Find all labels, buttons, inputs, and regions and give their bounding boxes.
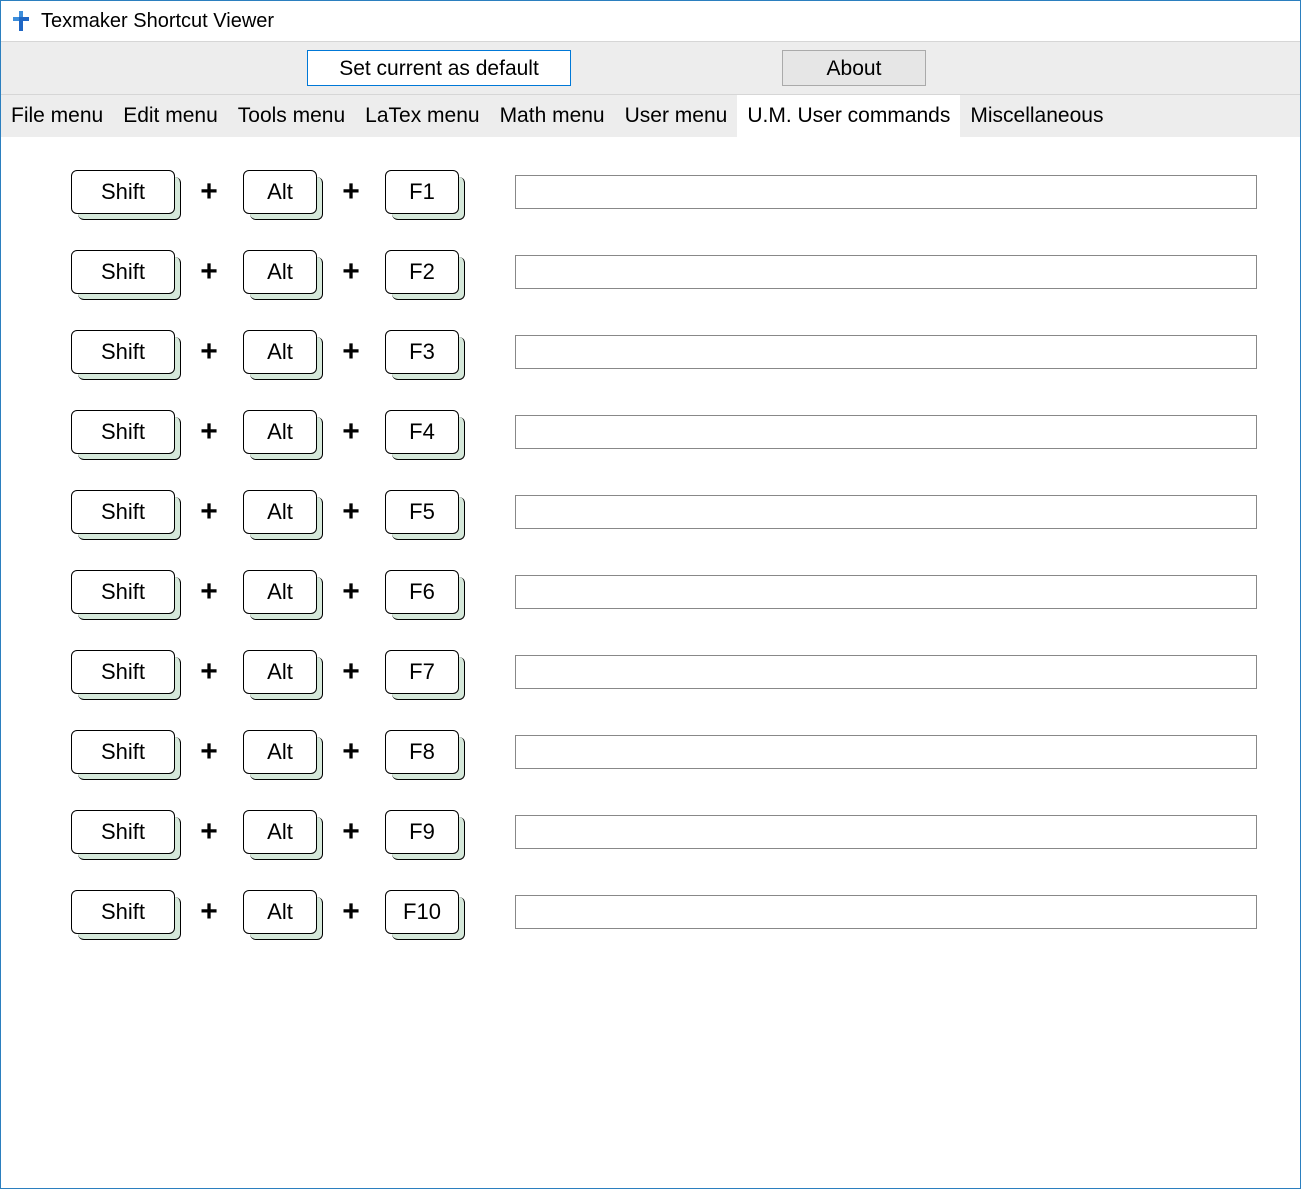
key-alt: Alt — [243, 170, 317, 214]
key-shift: Shift — [71, 250, 175, 294]
plus-icon: + — [197, 495, 221, 529]
key-alt: Alt — [243, 810, 317, 854]
plus-icon: + — [339, 175, 363, 209]
key-fn: F10 — [385, 890, 459, 934]
toolbar: Set current as default About — [1, 41, 1300, 95]
key-alt: Alt — [243, 730, 317, 774]
command-input[interactable] — [515, 735, 1257, 769]
plus-icon: + — [339, 735, 363, 769]
command-input[interactable] — [515, 495, 1257, 529]
tab-u-m-user-commands[interactable]: U.M. User commands — [737, 95, 960, 137]
key-alt: Alt — [243, 330, 317, 374]
key-shift: Shift — [71, 410, 175, 454]
set-current-default-button[interactable]: Set current as default — [307, 50, 571, 86]
key-shift: Shift — [71, 810, 175, 854]
plus-icon: + — [339, 895, 363, 929]
key-shift: Shift — [71, 170, 175, 214]
key-alt: Alt — [243, 490, 317, 534]
shortcut-row: Shift + Alt + F1 — [71, 167, 1300, 217]
tab-bar: File menuEdit menuTools menuLaTex menuMa… — [1, 95, 1300, 137]
plus-icon: + — [197, 255, 221, 289]
app-icon — [9, 9, 33, 33]
command-input[interactable] — [515, 575, 1257, 609]
plus-icon: + — [197, 815, 221, 849]
plus-icon: + — [197, 895, 221, 929]
shortcut-row: Shift + Alt + F9 — [71, 807, 1300, 857]
key-alt: Alt — [243, 650, 317, 694]
key-fn: F4 — [385, 410, 459, 454]
shortcut-row: Shift + Alt + F8 — [71, 727, 1300, 777]
plus-icon: + — [197, 175, 221, 209]
shortcut-row: Shift + Alt + F4 — [71, 407, 1300, 457]
tab-file-menu[interactable]: File menu — [1, 95, 113, 137]
plus-icon: + — [197, 415, 221, 449]
tab-miscellaneous[interactable]: Miscellaneous — [960, 95, 1113, 137]
command-input[interactable] — [515, 335, 1257, 369]
plus-icon: + — [339, 415, 363, 449]
key-fn: F6 — [385, 570, 459, 614]
key-shift: Shift — [71, 570, 175, 614]
plus-icon: + — [197, 735, 221, 769]
shortcut-list: Shift+Alt+F1Shift+Alt+F2Shift+Alt+F3Shif… — [1, 137, 1300, 937]
window-title: Texmaker Shortcut Viewer — [41, 10, 274, 33]
about-button[interactable]: About — [782, 50, 926, 86]
key-fn: F5 — [385, 490, 459, 534]
shortcut-row: Shift + Alt + F10 — [71, 887, 1300, 937]
key-fn: F1 — [385, 170, 459, 214]
command-input[interactable] — [515, 415, 1257, 449]
shortcut-row: Shift + Alt + F2 — [71, 247, 1300, 297]
command-input[interactable] — [515, 175, 1257, 209]
command-input[interactable] — [515, 255, 1257, 289]
command-input[interactable] — [515, 815, 1257, 849]
tab-math-menu[interactable]: Math menu — [490, 95, 615, 137]
plus-icon: + — [339, 255, 363, 289]
key-fn: F2 — [385, 250, 459, 294]
key-shift: Shift — [71, 490, 175, 534]
tab-tools-menu[interactable]: Tools menu — [228, 95, 355, 137]
tab-edit-menu[interactable]: Edit menu — [113, 95, 228, 137]
command-input[interactable] — [515, 655, 1257, 689]
key-shift: Shift — [71, 330, 175, 374]
titlebar: Texmaker Shortcut Viewer — [1, 1, 1300, 41]
key-fn: F7 — [385, 650, 459, 694]
key-shift: Shift — [71, 650, 175, 694]
plus-icon: + — [339, 575, 363, 609]
key-alt: Alt — [243, 410, 317, 454]
plus-icon: + — [339, 655, 363, 689]
command-input[interactable] — [515, 895, 1257, 929]
tab-latex-menu[interactable]: LaTex menu — [355, 95, 489, 137]
tab-user-menu[interactable]: User menu — [615, 95, 738, 137]
shortcut-row: Shift + Alt + F7 — [71, 647, 1300, 697]
key-fn: F9 — [385, 810, 459, 854]
shortcut-row: Shift + Alt + F5 — [71, 487, 1300, 537]
key-shift: Shift — [71, 730, 175, 774]
plus-icon: + — [339, 815, 363, 849]
shortcut-row: Shift + Alt + F6 — [71, 567, 1300, 617]
key-alt: Alt — [243, 890, 317, 934]
plus-icon: + — [197, 575, 221, 609]
plus-icon: + — [339, 335, 363, 369]
plus-icon: + — [197, 335, 221, 369]
shortcut-row: Shift + Alt + F3 — [71, 327, 1300, 377]
key-fn: F8 — [385, 730, 459, 774]
key-fn: F3 — [385, 330, 459, 374]
key-alt: Alt — [243, 250, 317, 294]
key-shift: Shift — [71, 890, 175, 934]
plus-icon: + — [197, 655, 221, 689]
plus-icon: + — [339, 495, 363, 529]
key-alt: Alt — [243, 570, 317, 614]
